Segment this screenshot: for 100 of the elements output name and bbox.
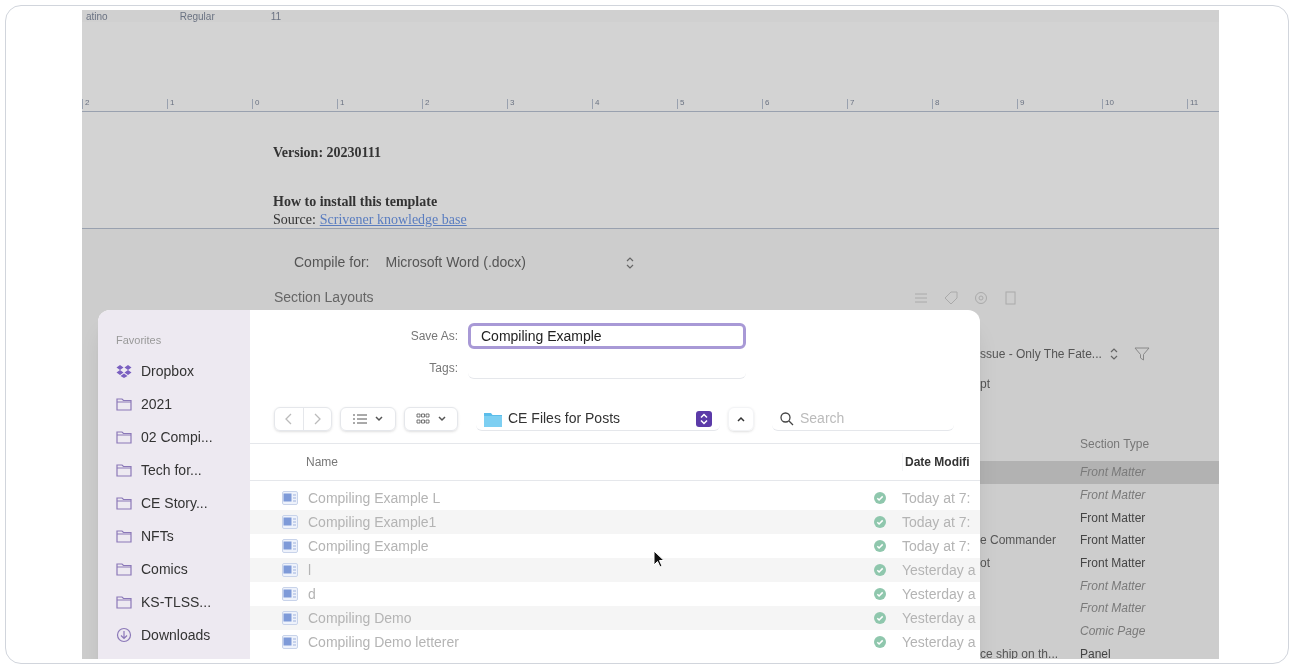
download-icon xyxy=(116,627,132,643)
chevron-left-icon xyxy=(285,413,293,425)
synced-check-icon xyxy=(874,612,886,624)
section-type: Panel xyxy=(1080,645,1111,659)
save-as-label: Save As: xyxy=(409,328,459,345)
file-name: l xyxy=(308,560,313,580)
synced-check-icon xyxy=(874,540,886,552)
file-date: Yesterday a xyxy=(902,608,976,628)
format-dropdown[interactable]: Microsoft Word (.docx) xyxy=(385,252,634,273)
file-name: Compiling Example L xyxy=(308,488,442,508)
file-date: Yesterday a xyxy=(902,584,976,604)
sidebar-item[interactable]: Dropbox xyxy=(116,354,250,388)
folder-icon xyxy=(116,430,132,444)
column-fragment: pt xyxy=(980,376,991,393)
synced-check-icon xyxy=(874,516,886,528)
dropbox-icon xyxy=(116,364,132,378)
document-icon[interactable] xyxy=(1003,290,1018,305)
sidebar-item[interactable]: 02 Compi... xyxy=(116,420,250,454)
up-button[interactable] xyxy=(728,407,754,431)
section-type-header: Section Type xyxy=(1080,437,1150,451)
sidebar-item[interactable]: 2021 xyxy=(116,387,250,421)
file-name: d xyxy=(308,584,317,604)
font-style[interactable]: Regular xyxy=(179,12,215,22)
ruler-number: 11 xyxy=(1190,98,1199,107)
compile-for-label: Compile for: xyxy=(294,253,370,272)
synced-check-icon xyxy=(874,636,886,648)
section-layouts-label: Section Layouts xyxy=(274,288,374,307)
grid-view-button[interactable] xyxy=(404,407,458,431)
sidebar-item[interactable]: CE Story... xyxy=(116,486,250,520)
ruler-number: 9 xyxy=(1020,98,1025,107)
project-dropdown[interactable]: ssue - Only The Fate... xyxy=(980,345,1118,363)
folder-icon xyxy=(484,410,502,427)
sidebar-item[interactable]: KS-TLSS... xyxy=(116,585,250,619)
font-name[interactable]: atino xyxy=(86,12,108,22)
stepper-icon xyxy=(626,256,634,269)
ruler-number: 7 xyxy=(850,98,855,107)
favorites-heading: Favorites xyxy=(116,333,163,348)
ruler-number: 2 xyxy=(85,98,90,107)
file-date: Yesterday a xyxy=(902,560,976,580)
sidebar-item[interactable]: Downloads xyxy=(116,618,250,652)
file-name: Compiling Example1 xyxy=(308,512,438,532)
section-title: e Commander xyxy=(980,533,1057,548)
search-icon xyxy=(780,411,794,426)
settings-icon[interactable] xyxy=(973,290,988,305)
folder-icon xyxy=(116,496,132,510)
sidebar-item[interactable]: NFTs xyxy=(116,519,250,553)
section-type: Front Matter xyxy=(1080,509,1146,527)
word-document-icon xyxy=(282,563,298,577)
column-header[interactable]: Date Modifi xyxy=(902,453,970,471)
synced-check-icon xyxy=(874,492,886,504)
section-type: Front Matter xyxy=(1080,464,1146,482)
section-type: Front Matter xyxy=(1080,600,1146,618)
ruler-number: 4 xyxy=(595,98,600,107)
stepper-icon xyxy=(1109,348,1118,360)
ruler-number: 0 xyxy=(255,98,260,107)
source-label: Source: xyxy=(273,212,316,228)
list-icon xyxy=(353,413,367,425)
save-as-field[interactable]: Compiling Example xyxy=(468,323,746,349)
synced-check-icon xyxy=(874,564,886,576)
sidebar-item[interactable]: Comics xyxy=(116,552,250,586)
column-header[interactable]: Name xyxy=(306,453,902,471)
word-document-icon xyxy=(282,539,298,553)
chevron-down-icon xyxy=(375,416,383,422)
filter-icon[interactable] xyxy=(1133,347,1150,361)
chevron-right-icon xyxy=(313,413,321,425)
file-date: Today at 7: xyxy=(902,488,971,508)
folder-icon xyxy=(116,595,132,609)
folder-icon xyxy=(116,529,132,543)
word-document-icon xyxy=(282,491,298,505)
file-name: Compiling Example xyxy=(308,536,430,556)
ruler-number: 6 xyxy=(765,98,770,107)
folder-icon xyxy=(116,562,132,576)
chevron-down-icon xyxy=(438,416,446,422)
ruler-number: 1 xyxy=(340,98,345,107)
sidebar-item[interactable]: Tech for... xyxy=(116,453,250,487)
section-title: ot xyxy=(980,556,990,571)
list-view-button[interactable] xyxy=(340,407,396,431)
word-document-icon xyxy=(282,515,298,529)
stepper-icon xyxy=(696,410,712,427)
font-size[interactable]: 11 xyxy=(270,12,282,22)
search-input[interactable]: Search xyxy=(800,408,940,429)
word-document-icon xyxy=(282,587,298,601)
section-type: Front Matter xyxy=(1080,532,1146,550)
grid-icon xyxy=(416,413,430,425)
source-link[interactable]: Scrivener knowledge base xyxy=(319,212,467,228)
ruler-number: 2 xyxy=(425,98,430,107)
tag-icon[interactable] xyxy=(943,290,958,305)
ruler-number: 3 xyxy=(510,98,515,107)
search-field[interactable]: Search xyxy=(772,407,954,431)
folder-icon xyxy=(116,463,132,477)
section-type: Front Matter xyxy=(1080,487,1146,505)
file-date: Today at 7: xyxy=(902,536,971,556)
location-dropdown[interactable]: CE Files for Posts xyxy=(476,407,720,431)
synced-check-icon xyxy=(874,588,886,600)
folder-icon xyxy=(116,397,132,411)
ruler-number: 8 xyxy=(935,98,940,107)
ruler-number: 5 xyxy=(680,98,685,107)
file-date: Yesterday a xyxy=(902,632,976,652)
file-date: Today at 7: xyxy=(902,512,971,532)
word-document-icon xyxy=(282,635,298,649)
